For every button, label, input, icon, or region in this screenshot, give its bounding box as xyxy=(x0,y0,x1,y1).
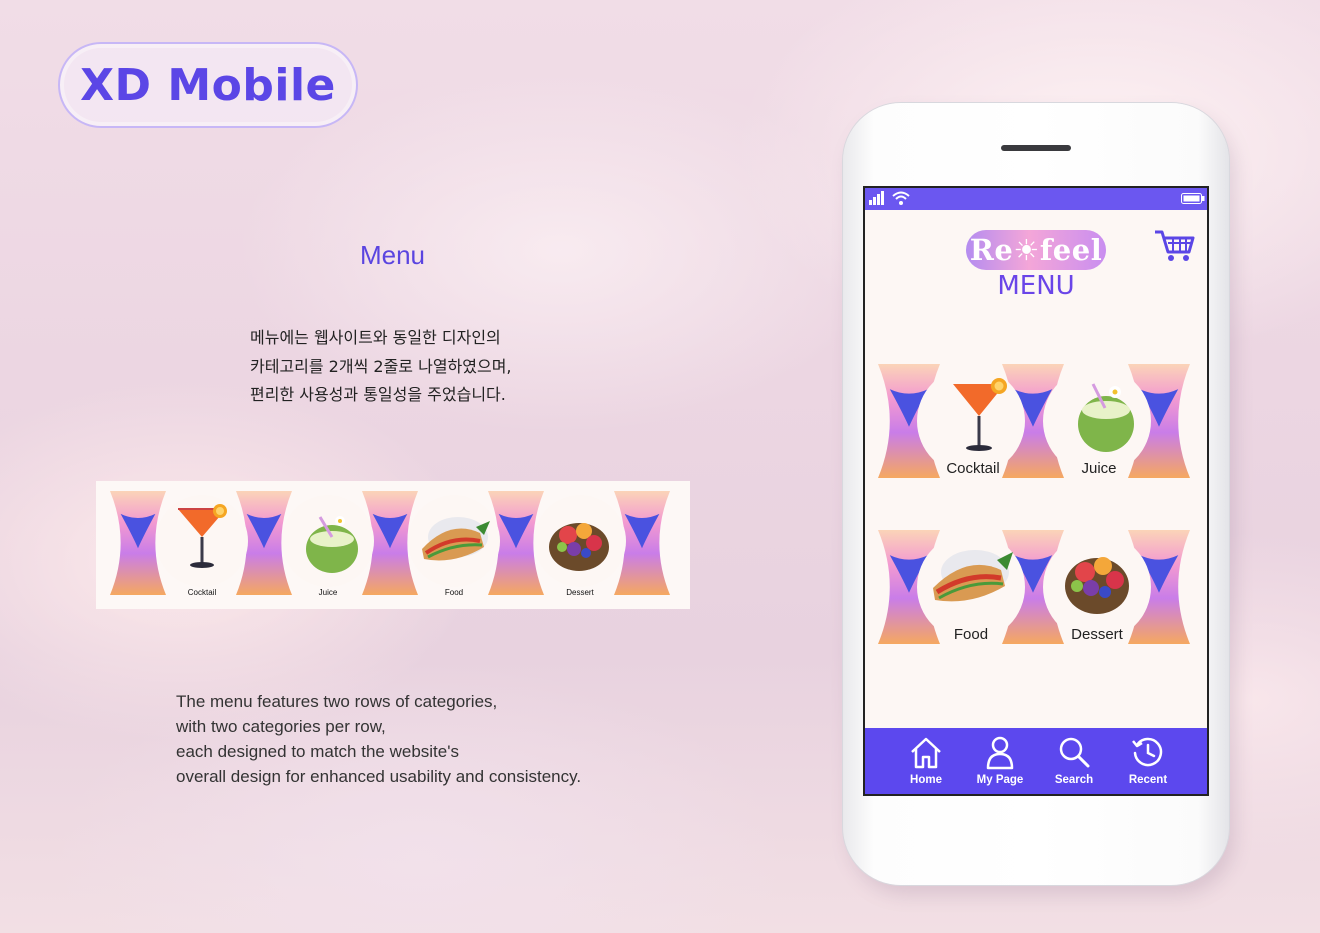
page-title: XD Mobile xyxy=(80,59,336,111)
nav-my-page[interactable]: My Page xyxy=(963,728,1037,794)
nav-home-label: Home xyxy=(910,774,942,786)
nav-recent-label: Recent xyxy=(1128,774,1168,786)
category-juice[interactable]: Juice xyxy=(1054,460,1144,477)
coconut-juice-icon xyxy=(306,516,358,573)
english-description-line: The menu features two rows of categories… xyxy=(176,692,498,711)
coconut-juice-icon xyxy=(1078,383,1134,452)
brand-logo-text: Re☀feel xyxy=(969,233,1103,267)
nav-search-label: Search xyxy=(1054,774,1094,786)
app-hourglass-shapes xyxy=(878,364,1190,644)
cocktail-icon xyxy=(953,378,1007,451)
battery-icon xyxy=(1181,193,1205,204)
korean-description-line: 카테고리를 2개씩 2줄로 나열하였으며, xyxy=(250,356,512,376)
strip-label-dessert[interactable]: Dessert xyxy=(540,588,620,597)
fruit-bowl-icon xyxy=(549,523,609,571)
strip-label-juice[interactable]: Juice xyxy=(288,588,368,597)
english-description: The menu features two rows of categories… xyxy=(176,689,636,789)
korean-description: 메뉴에는 웹사이트와 동일한 디자인의 카테고리를 2개씩 2줄로 나열하였으며… xyxy=(250,324,590,410)
fruit-bowl-icon xyxy=(1065,557,1129,614)
cart-icon[interactable] xyxy=(1153,228,1195,264)
nav-home[interactable]: Home xyxy=(889,728,963,794)
english-description-line: with two categories per row, xyxy=(176,717,386,736)
nav-my-page-label: My Page xyxy=(976,774,1024,786)
signal-icon xyxy=(869,191,884,205)
wifi-icon xyxy=(892,191,910,205)
nav-search[interactable]: Search xyxy=(1037,728,1111,794)
app-screen: Re☀feel MENU Cocktail Juice Food Dessert… xyxy=(863,186,1209,796)
search-icon xyxy=(1059,737,1090,768)
strip-label-cocktail[interactable]: Cocktail xyxy=(162,588,242,597)
category-food[interactable]: Food xyxy=(926,626,1016,643)
web-category-strip: Cocktail Juice Food Dessert xyxy=(96,481,690,609)
phone-mockup: Re☀feel MENU Cocktail Juice Food Dessert… xyxy=(843,103,1229,885)
section-title: Menu xyxy=(359,240,426,270)
korean-description-line: 편리한 사용성과 통일성을 주었습니다. xyxy=(250,385,506,404)
cocktail-icon xyxy=(178,504,227,568)
korean-description-line: 메뉴에는 웹사이트와 동일한 디자인의 xyxy=(250,328,501,347)
category-dessert[interactable]: Dessert xyxy=(1052,626,1142,643)
page-title-badge: XD Mobile xyxy=(58,42,358,128)
english-description-line: each designed to match the website's xyxy=(176,742,459,761)
status-bar xyxy=(865,188,1207,210)
phone-speaker xyxy=(1001,145,1071,151)
menu-heading: MENU xyxy=(997,271,1075,301)
nav-recent[interactable]: Recent xyxy=(1111,728,1185,794)
english-description-line: overall design for enhanced usability an… xyxy=(176,767,582,786)
sandwich-icon xyxy=(933,550,1013,602)
sandwich-icon xyxy=(422,517,490,561)
bottom-nav: Home My Page Search Recent xyxy=(865,728,1207,794)
strip-label-food[interactable]: Food xyxy=(414,588,494,597)
home-icon xyxy=(911,737,941,769)
user-icon xyxy=(986,736,1014,770)
category-cocktail[interactable]: Cocktail xyxy=(928,460,1018,477)
recent-icon xyxy=(1132,737,1163,767)
brand-logo[interactable]: Re☀feel xyxy=(966,230,1106,270)
